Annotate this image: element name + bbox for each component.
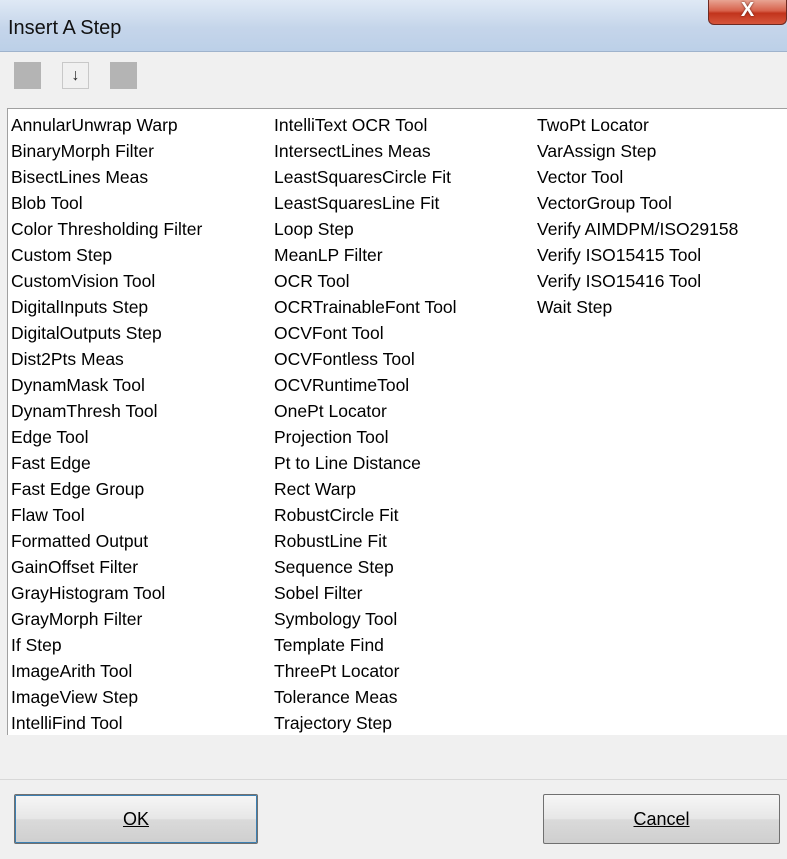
list-item[interactable]: VarAssign Step (537, 138, 738, 164)
list-item[interactable]: VectorGroup Tool (537, 190, 738, 216)
toolbar: ↓ (0, 52, 787, 108)
list-item[interactable]: OCRTrainableFont Tool (274, 294, 457, 320)
list-item[interactable]: RobustCircle Fit (274, 502, 457, 528)
list-item[interactable]: Pt to Line Distance (274, 450, 457, 476)
list-item[interactable]: Formatted Output (11, 528, 202, 554)
list-item[interactable]: Flaw Tool (11, 502, 202, 528)
list-item[interactable]: Custom Step (11, 242, 202, 268)
list-item[interactable]: Symbology Tool (274, 606, 457, 632)
close-icon: X (740, 0, 755, 21)
cancel-button-label: Cancel (633, 809, 690, 829)
list-item[interactable]: CustomVision Tool (11, 268, 202, 294)
list-item[interactable]: OCVFont Tool (274, 320, 457, 346)
step-list-column-2: IntelliText OCR Tool IntersectLines Meas L… (274, 112, 457, 735)
list-item[interactable]: IntelliText OCR Tool (274, 112, 457, 138)
list-item[interactable]: Trajectory Step (274, 710, 457, 735)
list-item[interactable]: GrayHistogram Tool (11, 580, 202, 606)
list-item[interactable]: LeastSquaresLine Fit (274, 190, 457, 216)
list-item[interactable]: Blob Tool (11, 190, 202, 216)
list-item[interactable]: AnnularUnwrap Warp (11, 112, 202, 138)
toolbar-button-right[interactable] (110, 62, 137, 89)
list-item[interactable]: DigitalInputs Step (11, 294, 202, 320)
list-item[interactable]: If Step (11, 632, 202, 658)
list-item[interactable]: BisectLines Meas (11, 164, 202, 190)
list-item[interactable]: Loop Step (274, 216, 457, 242)
list-item[interactable]: RobustLine Fit (274, 528, 457, 554)
list-item[interactable]: GainOffset Filter (11, 554, 202, 580)
list-item[interactable]: DynamMask Tool (11, 372, 202, 398)
list-item[interactable]: Tolerance Meas (274, 684, 457, 710)
list-item[interactable]: BinaryMorph Filter (11, 138, 202, 164)
status-area (0, 735, 787, 780)
list-item[interactable]: Fast Edge Group (11, 476, 202, 502)
list-item[interactable]: Fast Edge (11, 450, 202, 476)
list-item[interactable]: OCVFontless Tool (274, 346, 457, 372)
list-item[interactable]: DigitalOutputs Step (11, 320, 202, 346)
list-item[interactable]: Edge Tool (11, 424, 202, 450)
list-item[interactable]: Wait Step (537, 294, 738, 320)
title-bar: Insert A Step X (0, 0, 787, 52)
list-item[interactable]: Projection Tool (274, 424, 457, 450)
list-item[interactable]: TwoPt Locator (537, 112, 738, 138)
close-button[interactable]: X (708, 0, 787, 25)
down-arrow-icon: ↓ (71, 67, 80, 84)
list-item[interactable]: Sequence Step (274, 554, 457, 580)
list-item[interactable]: OCVRuntimeTool (274, 372, 457, 398)
list-item[interactable]: Rect Warp (274, 476, 457, 502)
step-list-column-1: AnnularUnwrap Warp BinaryMorph Filter Bise… (11, 112, 202, 735)
ok-button-label: OK (122, 809, 149, 829)
list-item[interactable]: DynamThresh Tool (11, 398, 202, 424)
step-list-column-3: TwoPt Locator VarAssign Step Vector Tool Ve… (537, 112, 738, 320)
list-item[interactable]: ImageArith Tool (11, 658, 202, 684)
move-down-button[interactable]: ↓ (62, 62, 89, 89)
list-item[interactable]: Verify ISO15416 Tool (537, 268, 738, 294)
list-item[interactable]: LeastSquaresCircle Fit (274, 164, 457, 190)
list-item[interactable]: Color Thresholding Filter (11, 216, 202, 242)
window-title: Insert A Step (8, 17, 122, 39)
list-item[interactable]: OnePt Locator (274, 398, 457, 424)
list-item[interactable]: Dist2Pts Meas (11, 346, 202, 372)
list-item[interactable]: Verify ISO15415 Tool (537, 242, 738, 268)
toolbar-button-left[interactable] (14, 62, 41, 89)
list-item[interactable]: ThreePt Locator (274, 658, 457, 684)
list-item[interactable]: Vector Tool (537, 164, 738, 190)
list-item[interactable]: Sobel Filter (274, 580, 457, 606)
step-list[interactable]: AnnularUnwrap Warp BinaryMorph Filter Bise… (7, 108, 787, 735)
list-item[interactable]: Verify AIMDPM/ISO29158 (537, 216, 738, 242)
list-item[interactable]: ImageView Step (11, 684, 202, 710)
list-item[interactable]: IntelliFind Tool (11, 710, 202, 735)
list-item[interactable]: Template Find (274, 632, 457, 658)
list-item[interactable]: OCR Tool (274, 268, 457, 294)
list-item[interactable]: GrayMorph Filter (11, 606, 202, 632)
cancel-button[interactable]: Cancel (543, 794, 780, 844)
ok-button[interactable]: OK (14, 794, 258, 844)
list-item[interactable]: IntersectLines Meas (274, 138, 457, 164)
list-item[interactable]: MeanLP Filter (274, 242, 457, 268)
